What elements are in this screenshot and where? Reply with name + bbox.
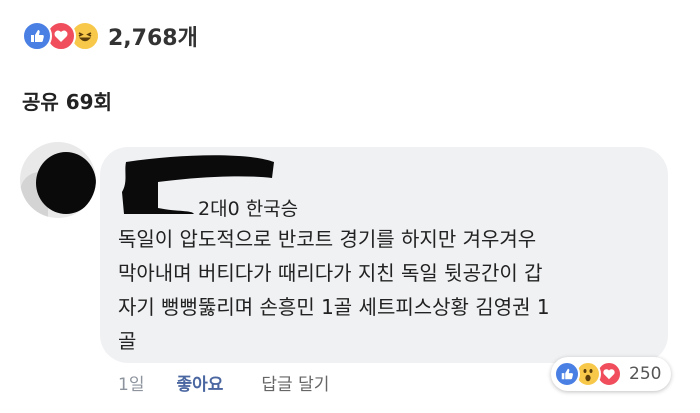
like-button[interactable]: 좋아요 [176,370,223,395]
share-count[interactable]: 공유 69회 [22,86,112,115]
comment-author-name[interactable]: 2대0 한국승 [198,194,298,221]
comment-reaction-summary[interactable]: 250 [551,357,672,391]
comment-actions: 1일 좋아요 답글 달기 [118,370,329,395]
reply-button[interactable]: 답글 달기 [261,370,329,395]
avatar-redaction [36,152,96,214]
like-reaction-icon [554,361,580,387]
comment-text: 독일이 압도적으로 반코트 경기를 하지만 겨우겨우 막아내며 버티다가 때리다… [118,227,550,353]
post-reaction-summary[interactable]: 2,768개 [22,18,198,54]
reaction-count[interactable]: 2,768개 [108,20,198,52]
like-reaction-icon [22,21,52,51]
commenter-avatar[interactable] [20,142,96,218]
comment-reaction-count[interactable]: 250 [629,364,661,384]
comment-time[interactable]: 1일 [118,370,144,395]
